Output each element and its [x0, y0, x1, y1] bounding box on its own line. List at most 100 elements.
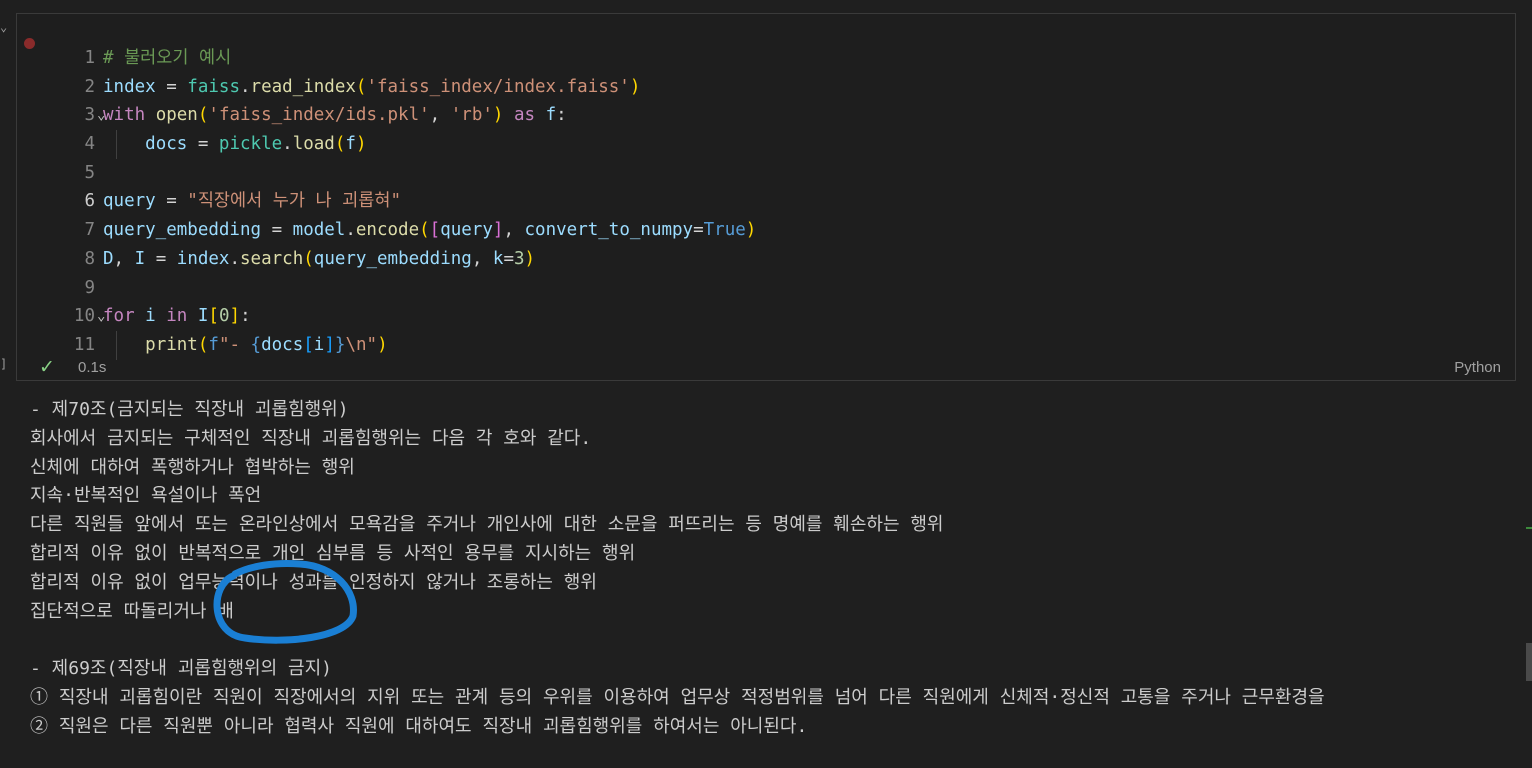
code-token: , — [113, 248, 135, 269]
code-token: } — [334, 334, 346, 355]
code-token: query — [440, 220, 493, 241]
code-token: " — [366, 334, 378, 355]
code-token: i — [313, 334, 325, 355]
code-token: docs — [261, 334, 304, 355]
code-line[interactable]: 8 D, I = index.search(query_embedding, k=… — [17, 245, 1515, 274]
code-token: = — [155, 76, 188, 97]
line-content: query_embedding = model.encode([query], … — [103, 216, 756, 245]
code-line[interactable]: 7 query_embedding = model.encode([query],… — [17, 216, 1515, 245]
scrollbar-thumb[interactable] — [1526, 643, 1532, 681]
code-token: ( — [419, 220, 430, 241]
cell-execution-bracket: ] — [0, 357, 8, 371]
line-number: 2 — [84, 76, 95, 97]
code-line[interactable]: 3 ⌄ with open('faiss_index/ids.pkl', 'rb')… — [17, 101, 1515, 130]
code-token: search — [240, 248, 304, 269]
code-token: ( — [197, 105, 209, 126]
code-token: I — [197, 306, 209, 327]
code-line[interactable]: 5 — [17, 159, 1515, 188]
code-token: ) — [745, 220, 757, 241]
code-token: : — [556, 105, 567, 126]
code-token: docs — [145, 134, 188, 155]
code-token: with — [103, 105, 146, 126]
code-token: query — [103, 191, 156, 212]
blue-circle-annotation — [213, 560, 357, 644]
cell-status-bar: ✓ 0.1s Python — [17, 354, 1515, 382]
code-token: ) — [355, 134, 367, 155]
code-token: query_embedding — [313, 248, 472, 269]
line-number: 9 — [84, 277, 95, 298]
code-token: = — [693, 220, 704, 241]
output-line: ② 직원은 다른 직원뿐 아니라 협력사 직원에 대하여도 직장내 괴롭힘행위를… — [30, 715, 808, 737]
code-token: ) — [492, 105, 504, 126]
output-line: 신체에 대하여 폭행하거나 협박하는 행위 — [30, 456, 355, 478]
code-line[interactable]: 4 docs = pickle.load(f) — [17, 130, 1515, 159]
code-cell[interactable]: 1 # 불러오기 예시 2 index = faiss.read_index('fai… — [16, 13, 1516, 381]
code-token: ) — [524, 248, 536, 269]
code-token: , — [471, 248, 493, 269]
output-line: - 제69조(직장내 괴롭힘행위의 금지) — [30, 658, 332, 680]
code-line[interactable]: 1 # 불러오기 예시 — [17, 44, 1515, 73]
code-token: load — [292, 134, 335, 155]
code-editor[interactable]: 1 # 불러오기 예시 2 index = faiss.read_index('fai… — [17, 44, 1515, 360]
code-token: 3 — [514, 248, 525, 269]
line-number: 6 — [84, 191, 95, 212]
cell-language-button[interactable]: Python — [1454, 359, 1501, 376]
breakpoint-icon[interactable] — [24, 38, 35, 49]
line-content: for i in I[0]: — [103, 302, 251, 331]
code-token: ( — [355, 76, 367, 97]
line-number: 8 — [84, 248, 95, 269]
code-token: [ — [208, 306, 219, 327]
code-token: . — [239, 76, 251, 97]
line-number: 5 — [84, 162, 95, 183]
line-number: 7 — [84, 220, 95, 241]
code-token: f — [208, 334, 219, 355]
line-content: # 불러오기 예시 — [103, 44, 231, 73]
code-token: True — [703, 220, 746, 241]
code-line[interactable]: 9 — [17, 274, 1515, 303]
code-token: D — [103, 248, 114, 269]
line-content: query = "직장에서 누가 나 괴롭혀" — [103, 187, 401, 216]
output-line: ① 직장내 괴롭힘이란 직원이 직장에서의 지위 또는 관계 등의 우위를 이용… — [30, 686, 1325, 708]
code-token: 'faiss_index/index.faiss' — [366, 76, 630, 97]
code-token: f — [545, 105, 557, 126]
code-token: index — [176, 248, 230, 269]
code-token: = — [503, 248, 514, 269]
code-token: # 불러오기 예시 — [103, 48, 232, 68]
code-token: ] — [324, 334, 335, 355]
code-token: convert_to_numpy — [524, 220, 694, 241]
overview-ruler-change-marker — [1526, 527, 1532, 529]
code-line[interactable]: 6 query = "직장에서 누가 나 괴롭혀" — [17, 187, 1515, 216]
code-token: 0 — [218, 306, 230, 327]
code-line[interactable]: 2 index = faiss.read_index('faiss_index/i… — [17, 73, 1515, 102]
line-content: docs = pickle.load(f) — [103, 130, 366, 159]
code-token: . — [229, 248, 241, 269]
code-token: 'rb' — [450, 105, 493, 126]
code-token: , — [503, 220, 525, 241]
code-token: = — [187, 134, 219, 155]
code-token: print — [145, 334, 198, 355]
code-token: encode — [355, 220, 420, 241]
code-token: ( — [334, 134, 346, 155]
code-token: \n — [345, 334, 367, 355]
code-line[interactable]: 10 ⌄ for i in I[0]: — [17, 302, 1515, 331]
execution-time: 0.1s — [78, 359, 107, 376]
code-token: i — [145, 306, 156, 327]
collapse-cell-chevron-icon[interactable]: ⌄ — [0, 20, 7, 34]
code-token: pickle — [218, 134, 283, 155]
output-line: 지속·반복적인 욕설이나 폭언 — [30, 485, 262, 507]
code-token: ( — [197, 334, 209, 355]
code-token: . — [345, 220, 356, 241]
code-token: . — [282, 134, 293, 155]
code-token: "직장에서 누가 나 괴롭혀" — [187, 191, 401, 212]
line-number: 4 — [84, 134, 95, 155]
code-token: = — [155, 191, 188, 212]
code-token: ) — [377, 334, 388, 355]
code-token: query_embedding — [103, 220, 262, 241]
code-token: k — [492, 248, 504, 269]
